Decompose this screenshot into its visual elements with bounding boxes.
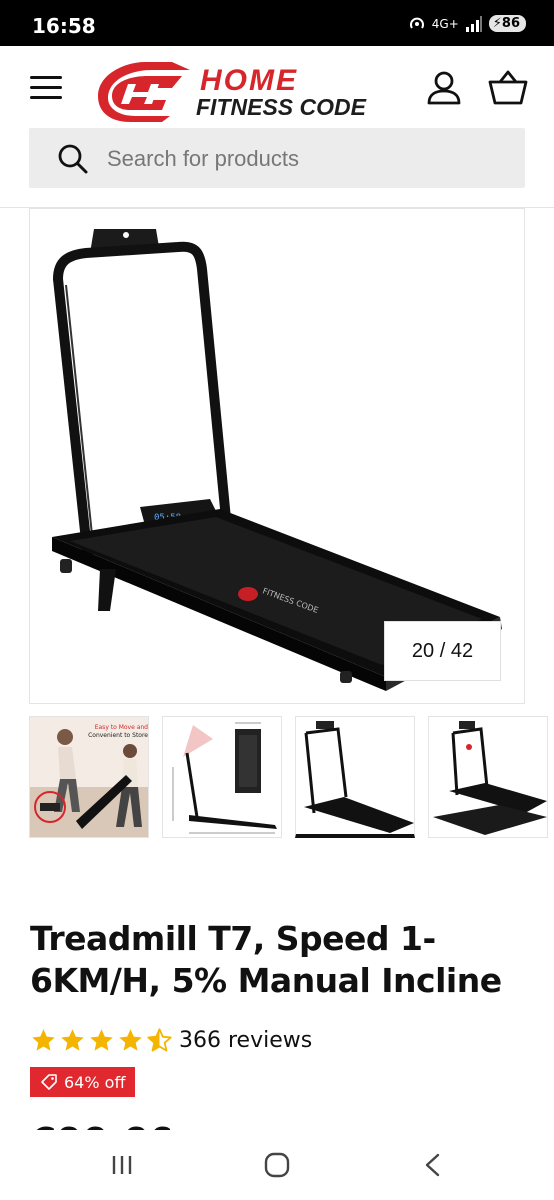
star-half-icon (147, 1027, 172, 1052)
brand-name-bottom: FITNESS CODE (196, 94, 366, 120)
account-icon[interactable] (426, 70, 462, 106)
product-rating[interactable]: 366 reviews (30, 1025, 312, 1055)
site-header: HOME FITNESS CODE Search for products (0, 46, 554, 208)
star-full-icon (90, 1028, 113, 1051)
thumbnail-dimensions-image (163, 717, 281, 837)
thumbnail-strip[interactable]: Easy to Move and Convenient to Store (29, 716, 554, 840)
logo-mark-icon (98, 62, 190, 122)
status-time: 16:58 (32, 14, 96, 38)
home-icon[interactable] (257, 1150, 297, 1180)
review-count[interactable]: 366 reviews (179, 1028, 312, 1053)
search-input[interactable]: Search for products (107, 146, 299, 172)
brand-name-top: HOME (200, 64, 298, 97)
recent-apps-icon[interactable] (102, 1150, 142, 1180)
thumbnail-lifestyle-image: Easy to Move and Convenient to Store (30, 717, 148, 837)
thumbnail-text-2: Convenient to Store (88, 732, 148, 739)
thumbnail-4[interactable] (428, 716, 548, 838)
search-icon[interactable] (57, 143, 89, 175)
status-icons: 4G+ ⚡86 (408, 15, 526, 32)
system-nav-bar (0, 1130, 554, 1200)
tag-icon (41, 1074, 57, 1090)
network-label: 4G+ (431, 16, 459, 31)
star-full-icon (32, 1028, 55, 1051)
cart-icon[interactable] (488, 70, 528, 106)
hotspot-icon (409, 17, 424, 29)
discount-badge: 64% off (30, 1067, 136, 1097)
star-full-icon (61, 1028, 84, 1051)
thumbnail-treadmill-mat-image (429, 717, 547, 837)
battery-indicator: ⚡86 (488, 15, 526, 32)
gallery-counter: 20 / 42 (384, 621, 501, 681)
thumbnail-2[interactable] (162, 716, 282, 838)
back-icon[interactable] (412, 1150, 452, 1180)
status-bar: 16:58 4G+ ⚡86 (0, 0, 554, 46)
brand-logo[interactable]: HOME FITNESS CODE (90, 54, 390, 124)
product-title: Treadmill T7, Speed 1-6KM/H, 5% Manual I… (30, 919, 502, 1000)
signal-icon (465, 15, 482, 32)
thumbnail-treadmill-image (296, 717, 414, 834)
search-bar[interactable]: Search for products (29, 128, 525, 188)
thumbnail-3-selected[interactable] (295, 716, 415, 838)
thumbnail-text-1: Easy to Move and (95, 724, 148, 731)
rating-stars (30, 1027, 173, 1054)
discount-text: 64% off (64, 1072, 126, 1092)
star-full-icon (119, 1028, 142, 1051)
menu-icon[interactable] (30, 74, 62, 102)
thumbnail-1[interactable]: Easy to Move and Convenient to Store (29, 716, 149, 838)
battery-level: 86 (501, 16, 520, 31)
